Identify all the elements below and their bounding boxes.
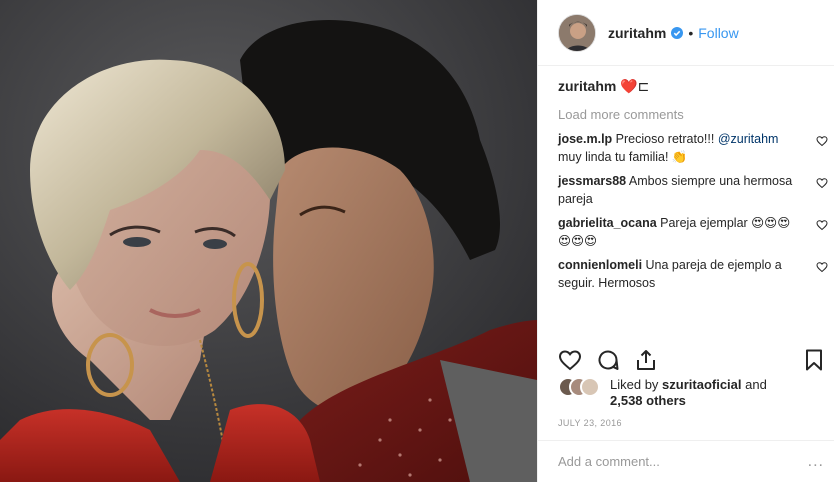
post-date[interactable]: JULY 23, 2016 [558, 418, 622, 428]
share-icon[interactable] [634, 348, 658, 372]
comment-username[interactable]: jose.m.lp [558, 132, 612, 146]
liker-avatar[interactable] [580, 377, 600, 397]
separator-dot: • [688, 24, 694, 41]
likes-middle: and [745, 377, 767, 392]
caption-text: ❤️⊏ [620, 78, 650, 94]
heart-icon[interactable] [558, 348, 582, 372]
caption-username[interactable]: zuritahm [558, 78, 616, 94]
follow-button[interactable]: Follow [698, 25, 738, 41]
comment-mention-link[interactable]: @zuritahm [718, 132, 779, 146]
header-username[interactable]: zuritahm [608, 25, 666, 41]
liker-avatars [558, 377, 600, 399]
comment-text-continued: muy linda tu familia! 👏 [558, 150, 688, 164]
likes-others-link[interactable]: 2,538 others [610, 393, 686, 408]
post-photo[interactable] [0, 0, 537, 482]
post-side-panel: zuritahm • Follow zuritahm ❤️⊏ Load more… [537, 0, 834, 482]
likes-user-link[interactable]: szuritaoficial [662, 377, 741, 392]
speech-bubble-icon[interactable] [596, 348, 620, 372]
comment-like-heart-icon[interactable] [816, 177, 828, 189]
comment-item: jose.m.lp Precioso retrato!!! @zuritahm … [558, 130, 834, 166]
post-actions-bar [558, 347, 826, 373]
avatar[interactable] [558, 13, 596, 52]
comment-like-heart-icon[interactable] [816, 135, 828, 147]
comment-username[interactable]: jessmars88 [558, 174, 626, 188]
verified-badge-icon [671, 26, 684, 39]
comment-item: jessmars88 Ambos siempre una hermosa par… [558, 172, 834, 208]
comment-item: gabrielita_ocana Pareja ejemplar 😍😍😍 😍😍😍 [558, 214, 834, 250]
comment-username[interactable]: gabrielita_ocana [558, 216, 657, 230]
likes-summary: Liked by szuritaoficial and 2,538 others [558, 377, 826, 409]
comment-input[interactable] [558, 454, 808, 469]
post-header: zuritahm • Follow [538, 0, 834, 66]
likes-text: Liked by szuritaoficial and 2,538 others [610, 377, 767, 409]
post-caption: zuritahm ❤️⊏ [558, 78, 834, 95]
add-comment-bar: ... [538, 440, 834, 482]
comment-text: Precioso retrato!!! [615, 132, 715, 146]
comment-username[interactable]: connienlomeli [558, 258, 642, 272]
likes-prefix: Liked by [610, 377, 659, 392]
bookmark-icon[interactable] [802, 348, 826, 372]
comments-section: zuritahm ❤️⊏ Load more comments jose.m.l… [558, 78, 834, 298]
comment-like-heart-icon[interactable] [816, 219, 828, 231]
comment-item: connienlomeli Una pareja de ejemplo a se… [558, 256, 834, 292]
more-options-button[interactable]: ... [808, 453, 824, 471]
load-more-comments-button[interactable]: Load more comments [558, 107, 834, 122]
comment-like-heart-icon[interactable] [816, 261, 828, 273]
